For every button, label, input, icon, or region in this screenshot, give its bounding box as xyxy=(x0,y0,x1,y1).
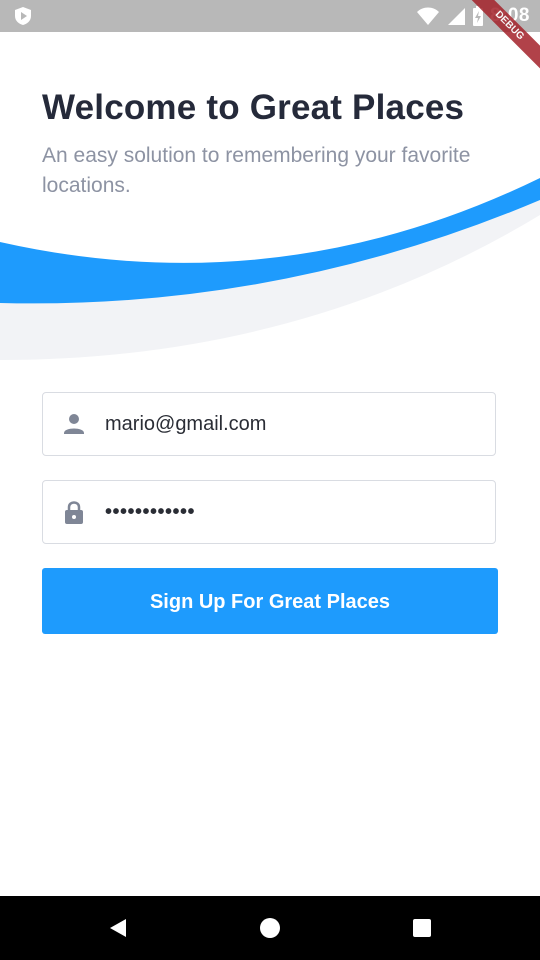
email-field[interactable]: mario@gmail.com xyxy=(42,392,496,456)
home-button[interactable] xyxy=(238,896,302,960)
password-value: •••••••••••• xyxy=(105,501,196,523)
page-subtitle: An easy solution to remembering your fav… xyxy=(42,144,471,197)
sign-up-button[interactable]: Sign Up For Great Places xyxy=(42,568,498,634)
back-button[interactable] xyxy=(86,896,150,960)
lock-icon xyxy=(65,501,83,524)
recents-button[interactable] xyxy=(390,896,454,960)
back-triangle-icon xyxy=(110,919,126,937)
recents-square-icon xyxy=(413,919,431,937)
home-circle-icon xyxy=(260,918,280,938)
email-value: mario@gmail.com xyxy=(105,413,267,435)
page-title: Welcome to Great Places xyxy=(42,88,465,127)
navigation-bar xyxy=(0,896,540,960)
person-icon xyxy=(64,414,84,434)
password-field[interactable]: •••••••••••• xyxy=(42,480,496,544)
